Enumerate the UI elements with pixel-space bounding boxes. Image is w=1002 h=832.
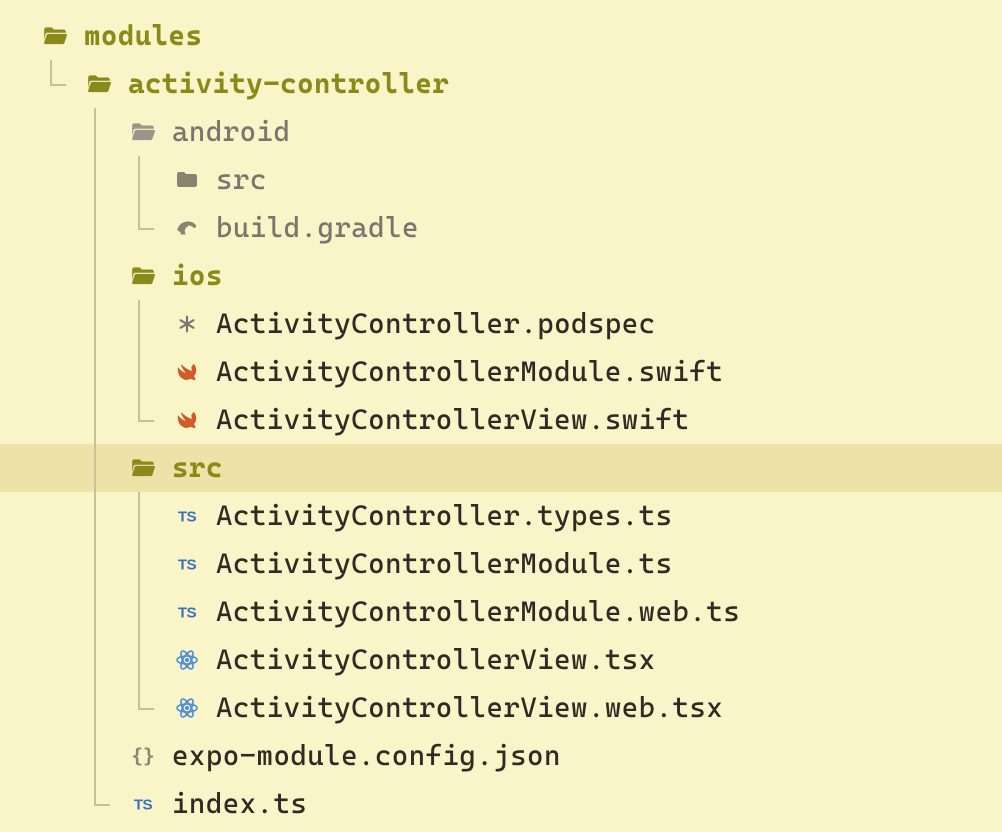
- tree-label: index.ts: [172, 790, 307, 818]
- tree-label: ActivityControllerModule.web.ts: [216, 598, 740, 626]
- tree-item-module-swift[interactable]: ActivityControllerModule.swift: [38, 348, 1002, 396]
- typescript-icon: [126, 790, 160, 818]
- folder-open-icon: [126, 118, 160, 146]
- tree-item-src[interactable]: src: [0, 444, 1002, 492]
- react-icon: [170, 646, 204, 674]
- tree-label: expo-module.config.json: [172, 742, 561, 770]
- tree-item-module-ts[interactable]: ActivityControllerModule.ts: [38, 540, 1002, 588]
- tree-label: ActivityControllerModule.swift: [216, 358, 723, 386]
- swift-icon: [170, 406, 204, 434]
- tree-label: activity-controller: [128, 70, 449, 98]
- file-tree: modules activity-controller android src …: [0, 0, 1002, 828]
- tree-item-module-web-ts[interactable]: ActivityControllerModule.web.ts: [38, 588, 1002, 636]
- folder-open-icon: [126, 262, 160, 290]
- asterisk-icon: [170, 310, 204, 338]
- tree-label: ActivityControllerModule.ts: [216, 550, 672, 578]
- typescript-icon: [170, 550, 204, 578]
- tree-label: build.gradle: [216, 214, 419, 242]
- tree-label: ActivityControllerView.tsx: [216, 646, 656, 674]
- tree-item-activity-controller[interactable]: activity-controller: [38, 60, 1002, 108]
- tree-item-view-tsx[interactable]: ActivityControllerView.tsx: [38, 636, 1002, 684]
- tree-item-types-ts[interactable]: ActivityController.types.ts: [38, 492, 1002, 540]
- typescript-icon: [170, 502, 204, 530]
- react-icon: [170, 694, 204, 722]
- tree-item-index-ts[interactable]: index.ts: [38, 780, 1002, 828]
- tree-item-view-swift[interactable]: ActivityControllerView.swift: [38, 396, 1002, 444]
- tree-label: src: [216, 166, 267, 194]
- tree-label: ios: [172, 262, 223, 290]
- tree-item-podspec[interactable]: ActivityController.podspec: [38, 300, 1002, 348]
- tree-label: ActivityControllerView.swift: [216, 406, 689, 434]
- folder-open-icon: [82, 70, 116, 98]
- tree-item-view-web-tsx[interactable]: ActivityControllerView.web.tsx: [38, 684, 1002, 732]
- folder-open-icon: [126, 454, 160, 482]
- gradle-icon: [170, 214, 204, 242]
- tree-label: modules: [84, 22, 202, 50]
- tree-item-android[interactable]: android: [38, 108, 1002, 156]
- typescript-icon: [170, 598, 204, 626]
- tree-label: android: [172, 118, 290, 146]
- folder-closed-icon: [170, 166, 204, 194]
- tree-label: ActivityController.podspec: [216, 310, 656, 338]
- tree-label: ActivityController.types.ts: [216, 502, 672, 530]
- tree-label: ActivityControllerView.web.tsx: [216, 694, 723, 722]
- tree-item-expo-config[interactable]: expo-module.config.json: [38, 732, 1002, 780]
- swift-icon: [170, 358, 204, 386]
- tree-item-ios[interactable]: ios: [38, 252, 1002, 300]
- tree-item-android-src[interactable]: src: [38, 156, 1002, 204]
- json-icon: [126, 742, 160, 770]
- tree-item-modules[interactable]: modules: [38, 12, 1002, 60]
- folder-open-icon: [38, 22, 72, 50]
- tree-label: src: [172, 454, 223, 482]
- tree-item-build-gradle[interactable]: build.gradle: [38, 204, 1002, 252]
